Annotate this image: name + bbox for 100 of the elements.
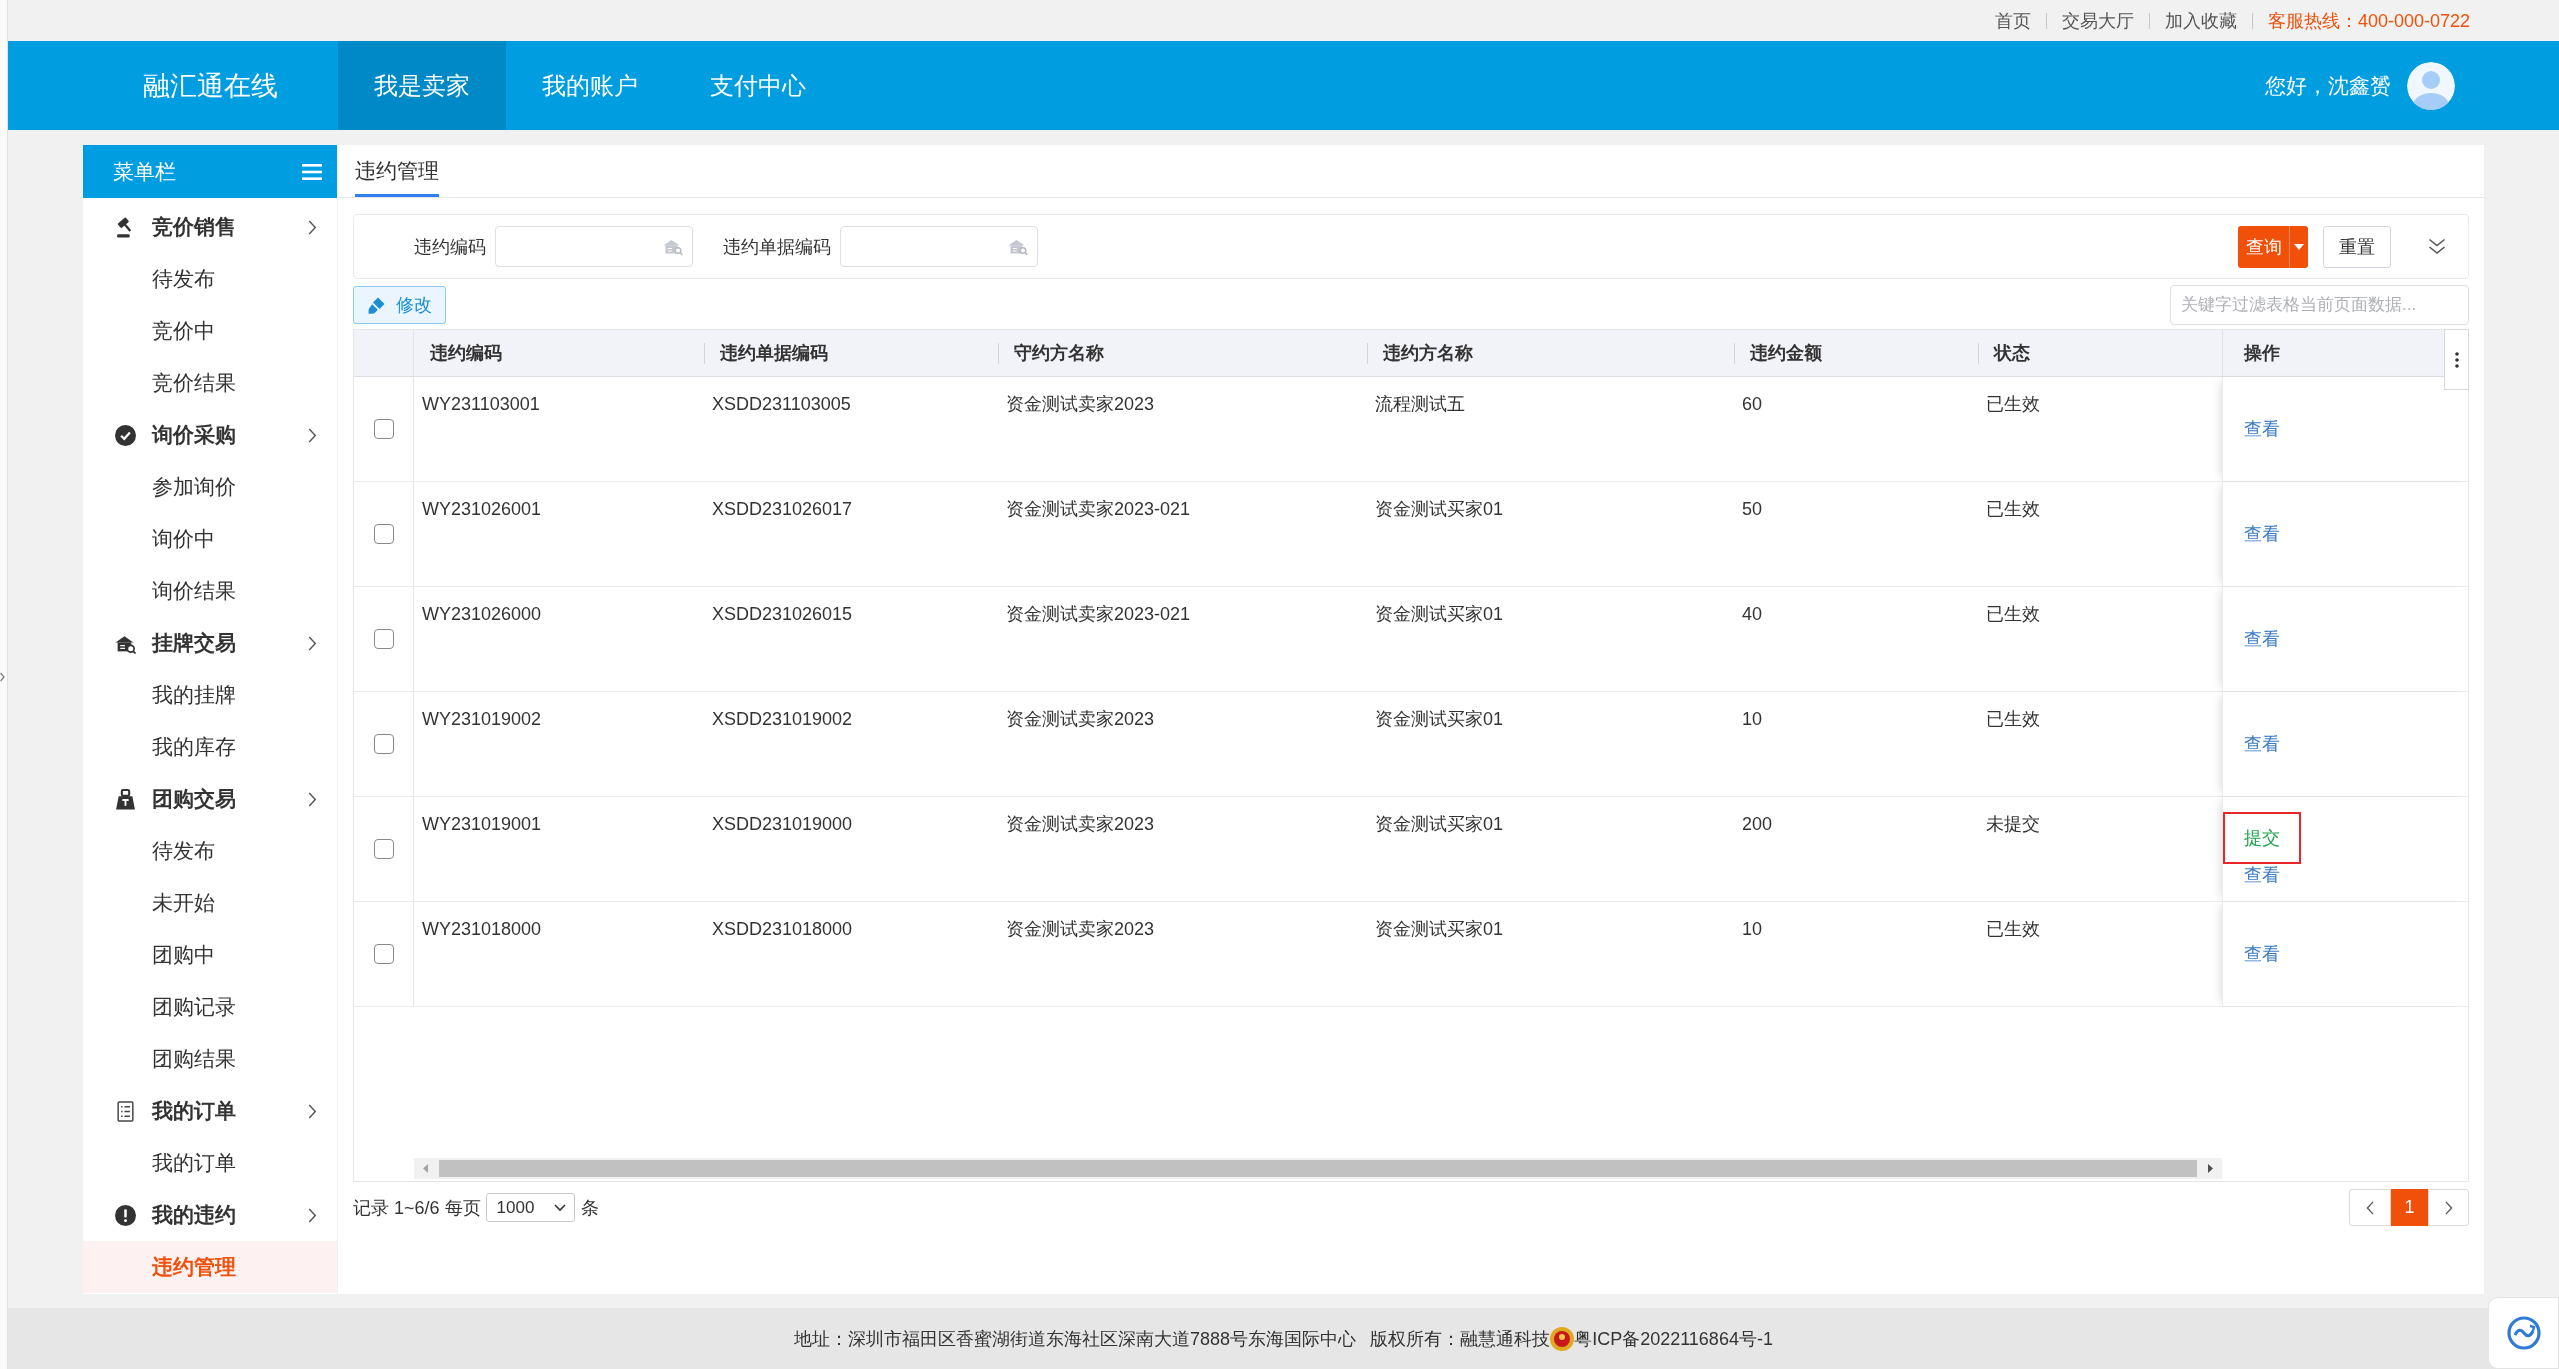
menu-item[interactable]: 竞价中 bbox=[83, 305, 337, 357]
menu-group-item[interactable]: 询价采购 bbox=[83, 409, 337, 461]
top-link[interactable]: 交易大厅 bbox=[2061, 8, 2134, 33]
reset-button[interactable]: 重置 bbox=[2323, 225, 2391, 268]
menu-group-item[interactable]: 挂牌交易 bbox=[83, 617, 337, 669]
column-header: 违约单据编码 bbox=[704, 330, 998, 376]
icp-link[interactable]: 粤ICP备2022116864号-1 bbox=[1574, 1326, 1773, 1351]
menu-item[interactable]: 竞价结果 bbox=[83, 357, 337, 409]
query-button[interactable]: 查询 bbox=[2238, 225, 2289, 268]
menu-item[interactable]: 参加询价 bbox=[83, 461, 337, 513]
menu-item[interactable]: 待发布 bbox=[83, 253, 337, 305]
table-cell-text: 10 bbox=[1741, 708, 1764, 731]
chevron-right-icon bbox=[308, 1207, 317, 1223]
table-cell-text: XSDD231103005 bbox=[711, 393, 852, 416]
chevron-left-icon bbox=[2366, 1200, 2374, 1215]
table-cell-text: 已生效 bbox=[1985, 603, 2041, 626]
column-menu-button[interactable] bbox=[2444, 329, 2469, 390]
menu-item[interactable]: 我的订单 bbox=[83, 1137, 337, 1189]
hotline-text: 客服热线：400-000-0722 bbox=[2267, 9, 2470, 33]
view-link[interactable]: 查看 bbox=[2244, 418, 2280, 440]
table-cell-text: 60 bbox=[1741, 393, 1764, 416]
menu-group-item[interactable]: 我的违约 bbox=[83, 1189, 337, 1241]
menu-item[interactable]: 询价中 bbox=[83, 513, 337, 565]
menu-group-item[interactable]: 团购交易 bbox=[83, 773, 337, 825]
top-link[interactable]: 首页 bbox=[1994, 8, 2031, 33]
view-link[interactable]: 查看 bbox=[2244, 864, 2280, 886]
table-cell-text: 已生效 bbox=[1985, 393, 2041, 416]
house-search-icon bbox=[663, 238, 683, 255]
table-cell-text: 资金测试卖家2023 bbox=[1005, 813, 1156, 836]
menu-item[interactable]: 询价结果 bbox=[83, 565, 337, 617]
view-link[interactable]: 查看 bbox=[2244, 733, 2280, 755]
copyright-text: 版权所有：融慧通科技 bbox=[1370, 1327, 1551, 1351]
nav-tab[interactable]: 我是卖家 bbox=[338, 41, 506, 130]
checkbox[interactable] bbox=[373, 734, 394, 754]
table-cell-text: 资金测试卖家2023-021 bbox=[1005, 603, 1192, 626]
chevron-right-icon[interactable] bbox=[0, 672, 5, 682]
table-cell-text: 50 bbox=[1741, 498, 1764, 521]
sidebar-title: 菜单栏 bbox=[113, 158, 176, 185]
table-cell-text: 资金测试买家01 bbox=[1374, 813, 1505, 836]
menu-item[interactable]: 我的库存 bbox=[83, 721, 337, 773]
checkbox[interactable] bbox=[373, 944, 394, 964]
page-size-select[interactable]: 1000 bbox=[485, 1193, 575, 1222]
table-cell-text: 资金测试卖家2023-021 bbox=[1005, 498, 1192, 521]
checkbox[interactable] bbox=[373, 629, 394, 649]
chevron-right-icon bbox=[308, 219, 317, 235]
table-cell-text: 10 bbox=[1741, 918, 1764, 941]
table-cell-text: 资金测试买家01 bbox=[1374, 918, 1505, 941]
table-cell-text: WY231026000 bbox=[421, 603, 543, 626]
chevron-right-icon bbox=[308, 635, 317, 651]
menu-item[interactable]: 我的挂牌 bbox=[83, 669, 337, 721]
menu-group-item[interactable]: 我的订单 bbox=[83, 1085, 337, 1137]
checkbox[interactable] bbox=[373, 524, 394, 544]
table-cell-text: 资金测试卖家2023 bbox=[1005, 918, 1156, 941]
keyword-filter-field[interactable]: 关键字过滤表格当前页面数据... bbox=[2170, 285, 2469, 325]
menu-item[interactable]: 未开始 bbox=[83, 877, 337, 929]
menu-group-item[interactable]: 竞价销售 bbox=[83, 201, 337, 253]
checkbox[interactable] bbox=[373, 419, 394, 439]
table-cell-text: XSDD231026015 bbox=[711, 603, 854, 626]
table-cell-text: 资金测试卖家2023 bbox=[1005, 708, 1156, 731]
weight-icon bbox=[115, 788, 136, 810]
field-label: 违约编码 bbox=[414, 235, 486, 259]
menu-icon[interactable] bbox=[302, 163, 322, 180]
double-chevron-down-icon[interactable] bbox=[2428, 238, 2446, 255]
chevron-right-icon bbox=[308, 791, 317, 807]
house-search-icon bbox=[1008, 238, 1028, 255]
table-cell-text: WY231103001 bbox=[421, 393, 541, 416]
checkbox[interactable] bbox=[373, 839, 394, 859]
page-tab[interactable]: 违约管理 bbox=[355, 145, 439, 197]
caret-down-icon bbox=[553, 1203, 566, 1212]
scrollbar-thumb[interactable] bbox=[439, 1160, 2197, 1177]
check-circle-icon bbox=[115, 424, 136, 446]
view-link[interactable]: 查看 bbox=[2244, 943, 2280, 965]
circle-arrows-icon[interactable] bbox=[2488, 1297, 2559, 1369]
table-cell-text: WY231018000 bbox=[421, 918, 543, 941]
table-cell-text: 已生效 bbox=[1985, 498, 2041, 521]
table-cell-text: XSDD231019000 bbox=[711, 813, 854, 836]
table-cell-text: XSDD231019002 bbox=[711, 708, 854, 731]
table-cell-text: 资金测试买家01 bbox=[1374, 498, 1505, 521]
dropdown-button[interactable] bbox=[2289, 225, 2308, 268]
exclamation-circle-icon bbox=[115, 1204, 136, 1226]
column-header: 违约方名称 bbox=[1367, 330, 1734, 376]
avatar-icon[interactable] bbox=[2407, 61, 2455, 110]
table-cell-text: 流程测试五 bbox=[1374, 393, 1466, 416]
menu-item[interactable]: 团购中 bbox=[83, 929, 337, 981]
table-cell-text: WY231019001 bbox=[421, 813, 543, 836]
menu-item[interactable]: 待发布 bbox=[83, 825, 337, 877]
column-header: 状态 bbox=[1978, 330, 2222, 376]
input-field[interactable] bbox=[840, 226, 1038, 267]
menu-item[interactable]: 团购记录 bbox=[83, 981, 337, 1033]
input-field[interactable] bbox=[495, 226, 693, 267]
view-link[interactable]: 查看 bbox=[2244, 628, 2280, 650]
table-cell-text: 未提交 bbox=[1985, 813, 2041, 836]
page-number-button[interactable]: 1 bbox=[2391, 1189, 2428, 1226]
unit-text: 条 bbox=[580, 1196, 599, 1220]
menu-item[interactable]: 团购结果 bbox=[83, 1033, 337, 1085]
table-cell-text: XSDD231018000 bbox=[711, 918, 854, 941]
view-link[interactable]: 查看 bbox=[2244, 523, 2280, 545]
horizontal-scrollbar[interactable] bbox=[414, 1158, 2222, 1179]
top-link[interactable]: 加入收藏 bbox=[2164, 8, 2237, 33]
table-cell-text: WY231026001 bbox=[421, 498, 543, 521]
